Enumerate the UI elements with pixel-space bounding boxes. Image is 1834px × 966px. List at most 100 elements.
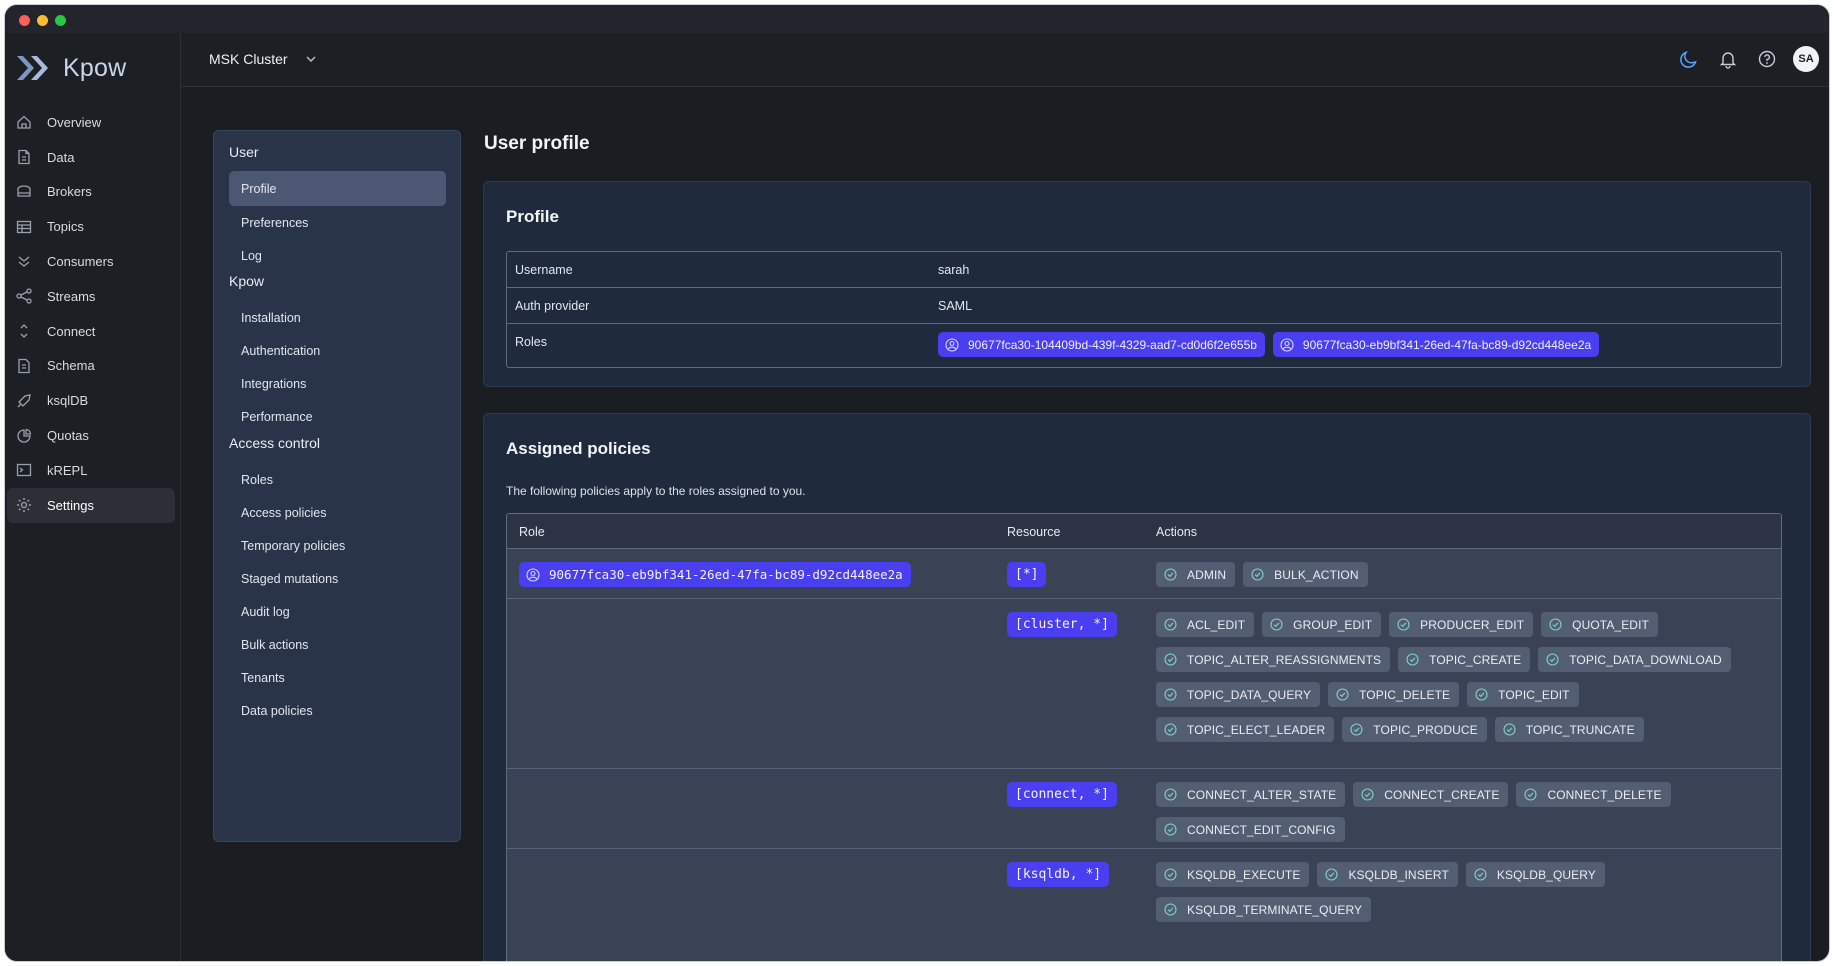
settings-menu-item-temporary-policies[interactable]: Temporary policies [229, 528, 446, 563]
policy-row: 90677fca30-eb9bf341-26ed-47fa-bc89-d92cd… [507, 549, 1781, 599]
sidebar-item-label: Connect [47, 323, 96, 339]
settings-menu-item-installation[interactable]: Installation [229, 300, 446, 335]
check-circle-icon [1251, 568, 1264, 581]
settings-menu-item-tenants[interactable]: Tenants [229, 660, 446, 695]
action-badge: TOPIC_DATA_QUERY [1156, 682, 1321, 707]
sidebar-item-krepl[interactable]: kREPL [7, 453, 175, 488]
action-badge: KSQLDB_QUERY [1465, 862, 1605, 887]
check-circle-icon [1164, 823, 1177, 836]
avatar[interactable]: SA [1793, 46, 1819, 72]
sidebar-item-quotas[interactable]: Quotas [7, 418, 175, 453]
minimize-window-button[interactable] [37, 15, 48, 26]
action-badge: KSQLDB_TERMINATE_QUERY [1156, 897, 1372, 922]
check-circle-icon [1164, 568, 1177, 581]
action-label: CONNECT_ALTER_STATE [1187, 787, 1337, 802]
action-label: TOPIC_EDIT [1498, 687, 1570, 702]
action-label: KSQLDB_QUERY [1496, 867, 1596, 882]
sidebar-item-label: Brokers [47, 184, 92, 200]
sidebar-item-label: ksqlDB [47, 393, 89, 409]
settings-menu-item-staged-mutations[interactable]: Staged mutations [229, 561, 446, 596]
sidebar-item-consumers[interactable]: Consumers [7, 244, 175, 279]
settings-menu-item-performance[interactable]: Performance [229, 399, 446, 434]
server-icon [15, 183, 33, 201]
role-badge[interactable]: 90677fca30-eb9bf341-26ed-47fa-bc89-d92cd… [1272, 332, 1600, 357]
action-label: BULK_ACTION [1274, 567, 1359, 582]
settings-menu-item-preferences[interactable]: Preferences [229, 205, 446, 240]
action-badge: ADMIN [1156, 562, 1236, 587]
action-badge: CONNECT_DELETE [1516, 782, 1671, 807]
share-icon [15, 287, 33, 305]
sidebar-item-label: Overview [47, 114, 102, 130]
settings-menu-item-data-policies[interactable]: Data policies [229, 693, 446, 728]
settings-menu-item-audit-log[interactable]: Audit log [229, 594, 446, 629]
check-circle-icon [1397, 618, 1410, 631]
sidebar-item-ksqldb[interactable]: ksqlDB [7, 383, 175, 418]
sidebar-item-connect[interactable]: Connect [7, 314, 175, 349]
check-circle-icon [1164, 723, 1177, 736]
action-badge: TOPIC_TRUNCATE [1494, 717, 1644, 742]
action-label: TOPIC_CREATE [1429, 652, 1522, 667]
sidebar-item-label: Topics [47, 219, 84, 235]
user-circle-icon [1280, 337, 1294, 352]
policy-role-badge[interactable]: 90677fca30-eb9bf341-26ed-47fa-bc89-d92cd… [519, 562, 911, 587]
check-circle-icon [1270, 618, 1283, 631]
resource-badge: [cluster, *] [1007, 612, 1117, 637]
close-window-button[interactable] [19, 15, 30, 26]
action-badge: TOPIC_CREATE [1398, 647, 1531, 672]
settings-menu-item-bulk-actions[interactable]: Bulk actions [229, 627, 446, 662]
settings-section-title: User [229, 144, 259, 160]
sidebar-item-schema[interactable]: Schema [7, 349, 175, 384]
action-label: CONNECT_EDIT_CONFIG [1187, 822, 1336, 837]
settings-menu-item-profile[interactable]: Profile [229, 171, 446, 206]
bell-icon[interactable] [1716, 47, 1740, 71]
settings-menu-item-authentication[interactable]: Authentication [229, 333, 446, 368]
help-icon[interactable] [1755, 47, 1779, 71]
role-badge[interactable]: 90677fca30-104409bd-439f-4329-aad7-cd0d6… [938, 332, 1265, 357]
policy-row: [connect, *] CONNECT_ALTER_STATE CONNECT_C… [507, 769, 1781, 849]
user-circle-icon [945, 337, 959, 352]
consumers-icon [15, 253, 33, 271]
gear-icon [15, 496, 33, 514]
column-header-resource: Resource [1007, 525, 1061, 539]
sidebar-item-overview[interactable]: Overview [7, 105, 175, 140]
profile-key: Auth provider [515, 299, 590, 313]
app-window: Kpow Overview Data Brokers Topics Consumers S… [5, 5, 1829, 961]
settings-menu-item-roles[interactable]: Roles [229, 462, 446, 497]
brand[interactable]: Kpow [15, 51, 126, 85]
action-label: TOPIC_ELECT_LEADER [1187, 722, 1326, 737]
resource-badge: [*] [1007, 562, 1047, 587]
sidebar-item-data[interactable]: Data [7, 140, 175, 175]
action-badge: TOPIC_DATA_DOWNLOAD [1538, 647, 1731, 672]
policies-table-header: Role Resource Actions [507, 514, 1781, 549]
sidebar-item-settings[interactable]: Settings [7, 487, 175, 523]
check-circle-icon [1336, 688, 1349, 701]
connect-icon [15, 322, 33, 340]
maximize-window-button[interactable] [55, 15, 66, 26]
check-circle-icon [1164, 903, 1177, 916]
action-badge: QUOTA_EDIT [1541, 612, 1658, 637]
sidebar-item-streams[interactable]: Streams [7, 279, 175, 314]
settings-menu-item-log[interactable]: Log [229, 238, 446, 273]
sidebar-item-label: Consumers [47, 254, 114, 270]
settings-menu-item-access-policies[interactable]: Access policies [229, 495, 446, 530]
policy-role-label: 90677fca30-eb9bf341-26ed-47fa-bc89-d92cd… [549, 567, 903, 582]
action-label: ADMIN [1187, 567, 1227, 582]
profile-row-username: Username sarah [507, 252, 1781, 287]
schema-icon [15, 357, 33, 375]
action-badge: GROUP_EDIT [1262, 612, 1382, 637]
profile-value: sarah [938, 263, 970, 277]
action-label: TOPIC_ALTER_REASSIGNMENTS [1187, 652, 1382, 667]
cluster-name: MSK Cluster [209, 51, 288, 67]
sidebar-item-brokers[interactable]: Brokers [7, 175, 175, 210]
document-icon [15, 148, 33, 166]
column-header-actions: Actions [1156, 525, 1197, 539]
cluster-selector[interactable]: MSK Cluster [209, 51, 318, 67]
actions-list: KSQLDB_EXECUTE KSQLDB_INSERT KSQLDB_QUERY K… [1156, 862, 1761, 932]
chevron-down-icon [306, 56, 316, 63]
sidebar-item-topics[interactable]: Topics [7, 209, 175, 244]
settings-menu-item-integrations[interactable]: Integrations [229, 366, 446, 401]
check-circle-icon [1164, 618, 1177, 631]
kpow-logo-icon [17, 56, 48, 80]
moon-icon[interactable] [1677, 47, 1701, 71]
action-label: ACL_EDIT [1187, 617, 1246, 632]
